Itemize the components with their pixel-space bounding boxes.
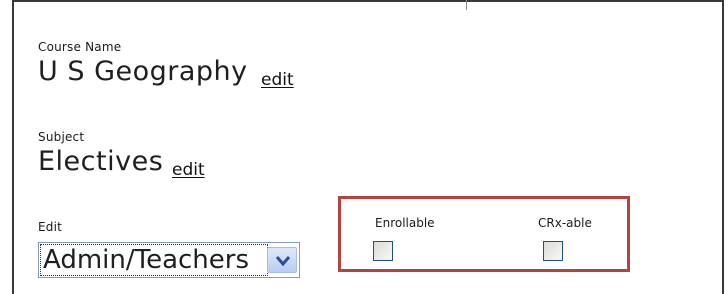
subject-value: Electives — [38, 146, 164, 177]
divider-tick — [466, 0, 467, 10]
crxable-label: CRx-able — [538, 216, 592, 230]
enrollable-label: Enrollable — [375, 216, 435, 230]
chevron-down-icon — [275, 256, 291, 267]
course-name-label: Course Name — [38, 40, 122, 54]
subject-edit-link[interactable]: edit — [172, 160, 205, 180]
course-name-edit-link[interactable]: edit — [261, 70, 294, 90]
edit-permission-selected-value[interactable]: Admin/Teachers — [40, 244, 268, 276]
edit-permission-select[interactable]: Admin/Teachers — [38, 242, 300, 278]
course-name-value: U S Geography — [38, 56, 248, 87]
edit-permission-label: Edit — [38, 220, 63, 234]
subject-label: Subject — [38, 130, 85, 144]
dropdown-button[interactable] — [267, 247, 297, 273]
enrollable-checkbox[interactable] — [373, 241, 393, 261]
crxable-checkbox[interactable] — [543, 241, 563, 261]
